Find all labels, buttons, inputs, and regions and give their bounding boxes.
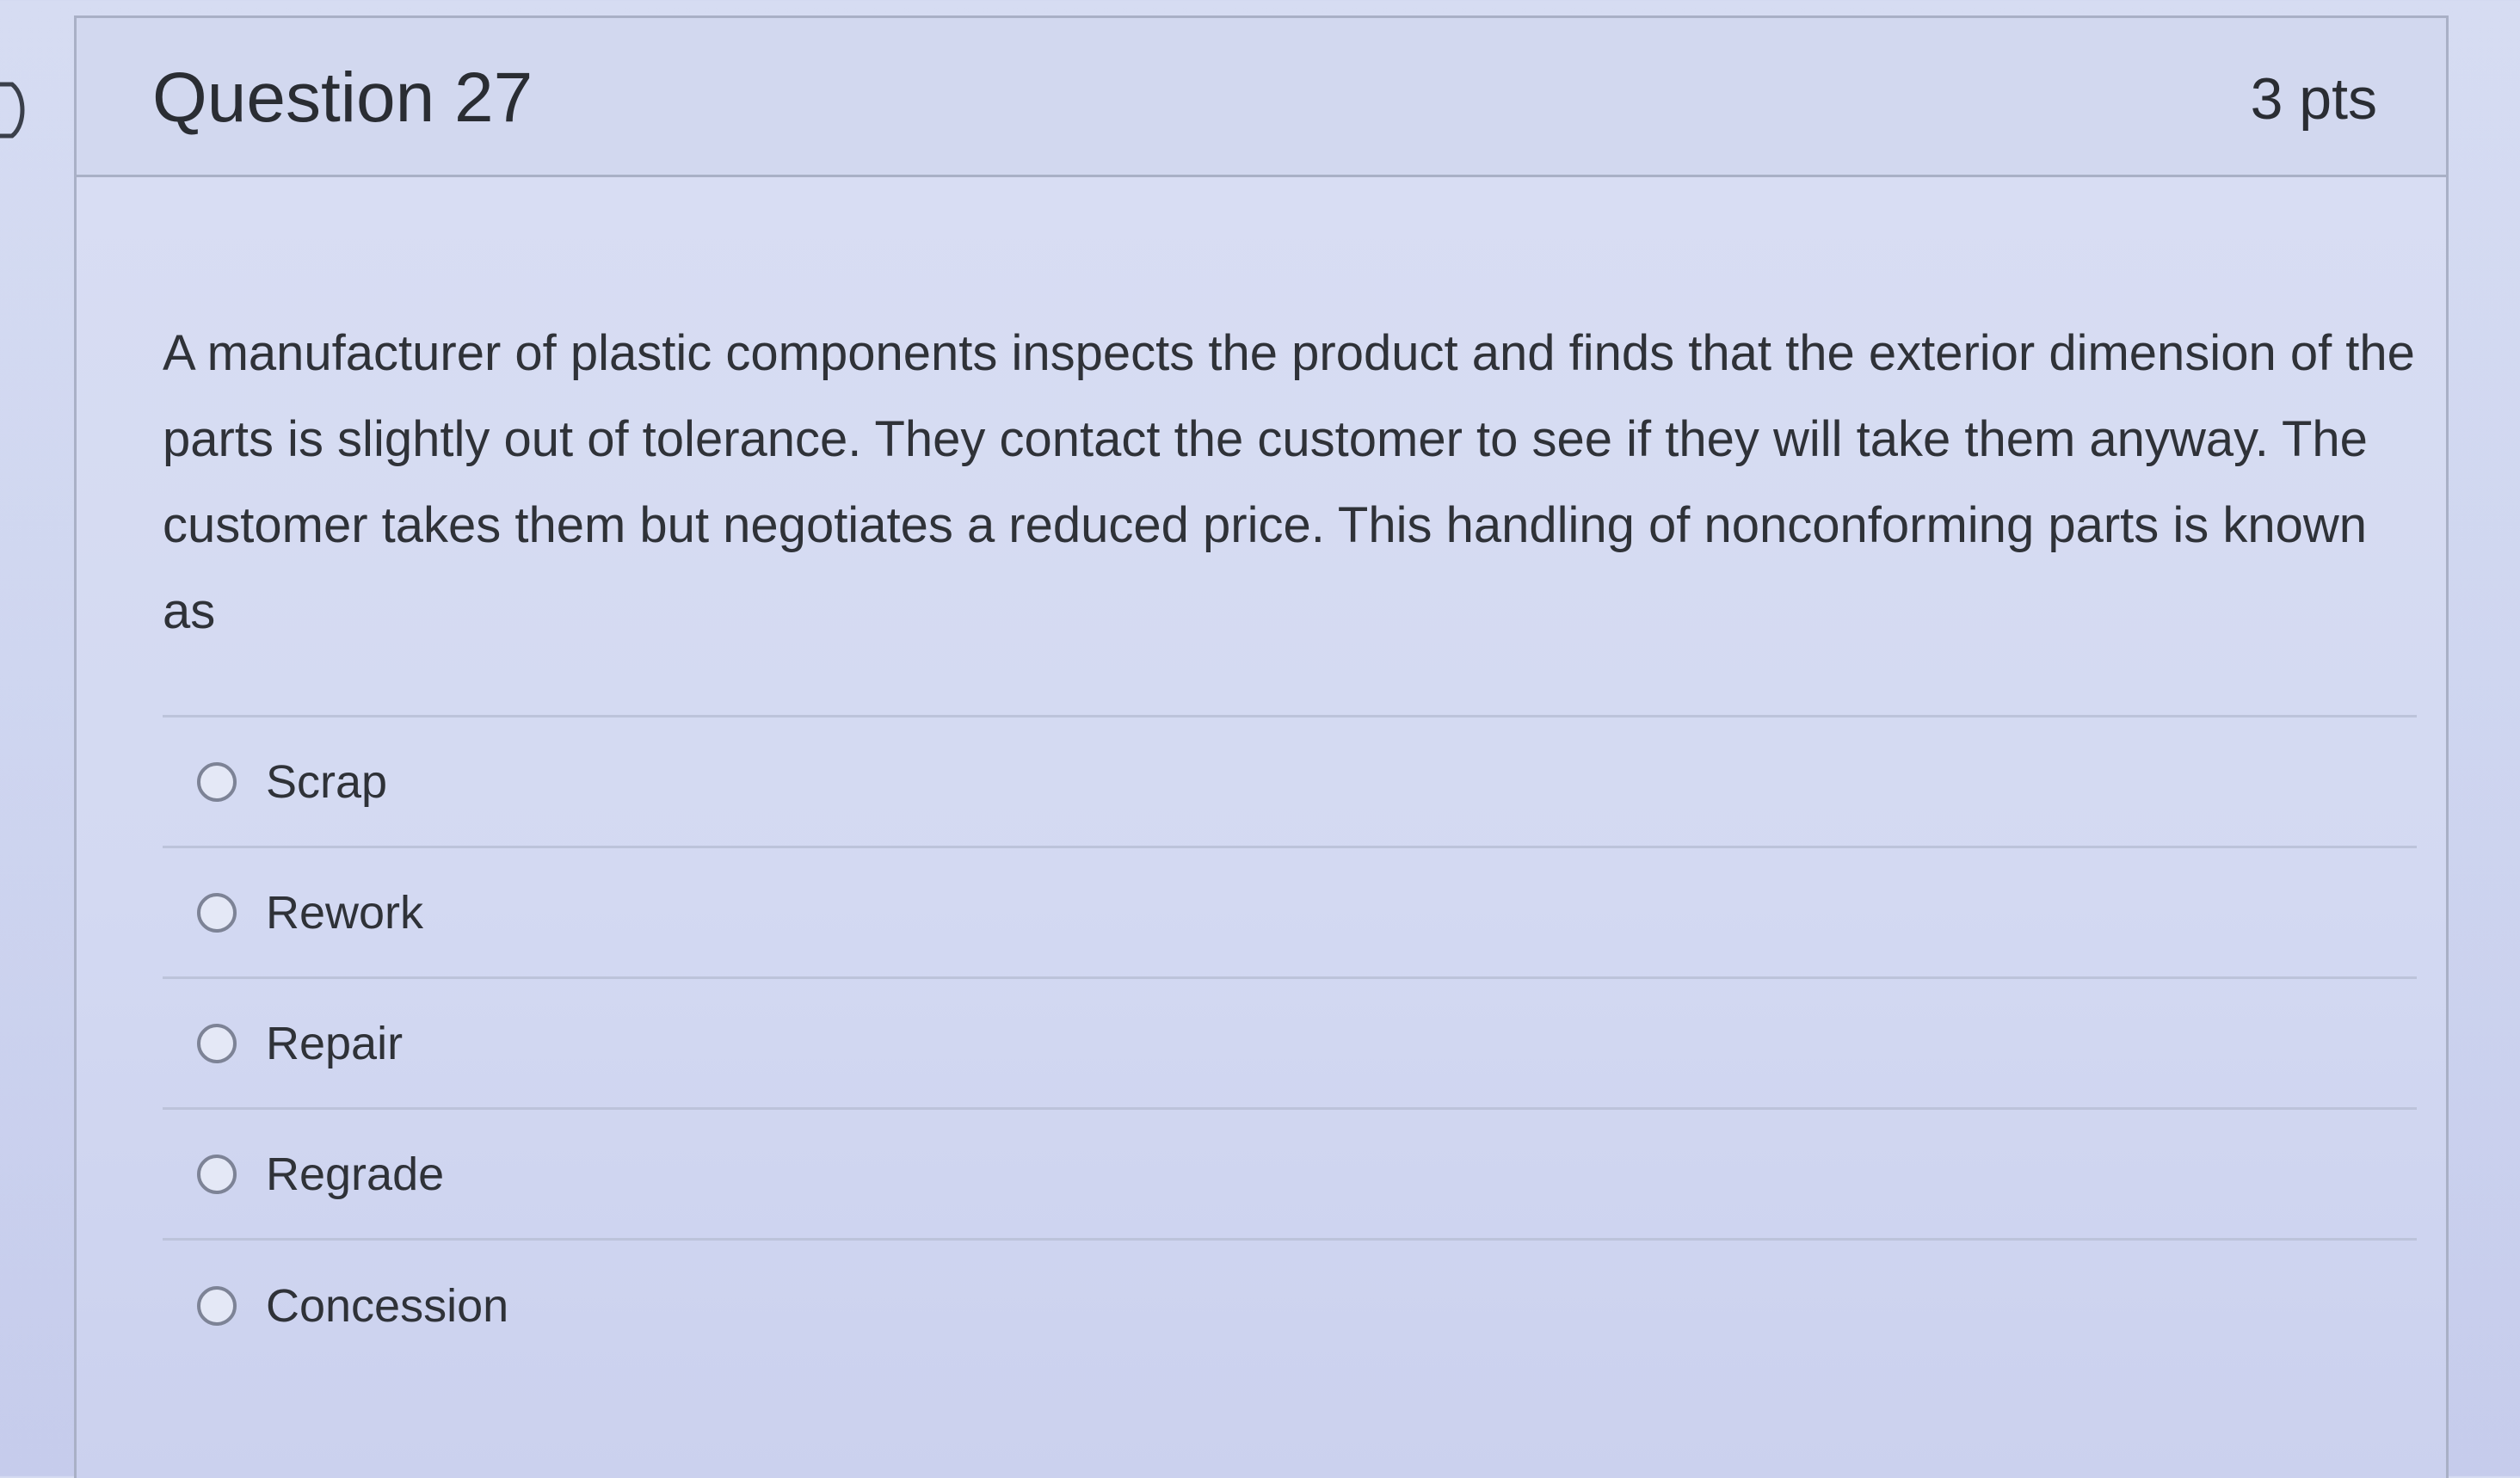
- radio-unchecked-icon[interactable]: [197, 1286, 237, 1326]
- answer-label: Repair: [266, 1017, 404, 1069]
- answer-option-scrap[interactable]: Scrap: [163, 717, 2417, 848]
- answer-label: Concession: [266, 1280, 509, 1332]
- question-header: Question 27 3 pts: [77, 18, 2446, 177]
- question-card: Question 27 3 pts A manufacturer of plas…: [74, 15, 2449, 1478]
- answer-option-rework[interactable]: Rework: [163, 848, 2417, 979]
- radio-unchecked-icon[interactable]: [197, 1154, 237, 1194]
- answer-label: Rework: [266, 886, 424, 939]
- answer-option-repair[interactable]: Repair: [163, 979, 2417, 1110]
- answer-label: Regrade: [266, 1148, 445, 1200]
- flag-question-icon[interactable]: [0, 79, 26, 141]
- radio-unchecked-icon[interactable]: [197, 1023, 237, 1063]
- question-text: A manufacturer of plastic components ins…: [163, 325, 2415, 639]
- answer-label: Scrap: [266, 755, 388, 808]
- radio-unchecked-icon[interactable]: [197, 892, 237, 933]
- answers-list: Scrap Rework Repair Regrade Concession: [163, 715, 2417, 1371]
- answer-option-regrade[interactable]: Regrade: [163, 1110, 2417, 1241]
- radio-unchecked-icon[interactable]: [197, 761, 237, 802]
- question-points: 3 pts: [2250, 66, 2377, 132]
- answer-option-concession[interactable]: Concession: [163, 1241, 2417, 1371]
- question-title: Question 27: [152, 59, 533, 137]
